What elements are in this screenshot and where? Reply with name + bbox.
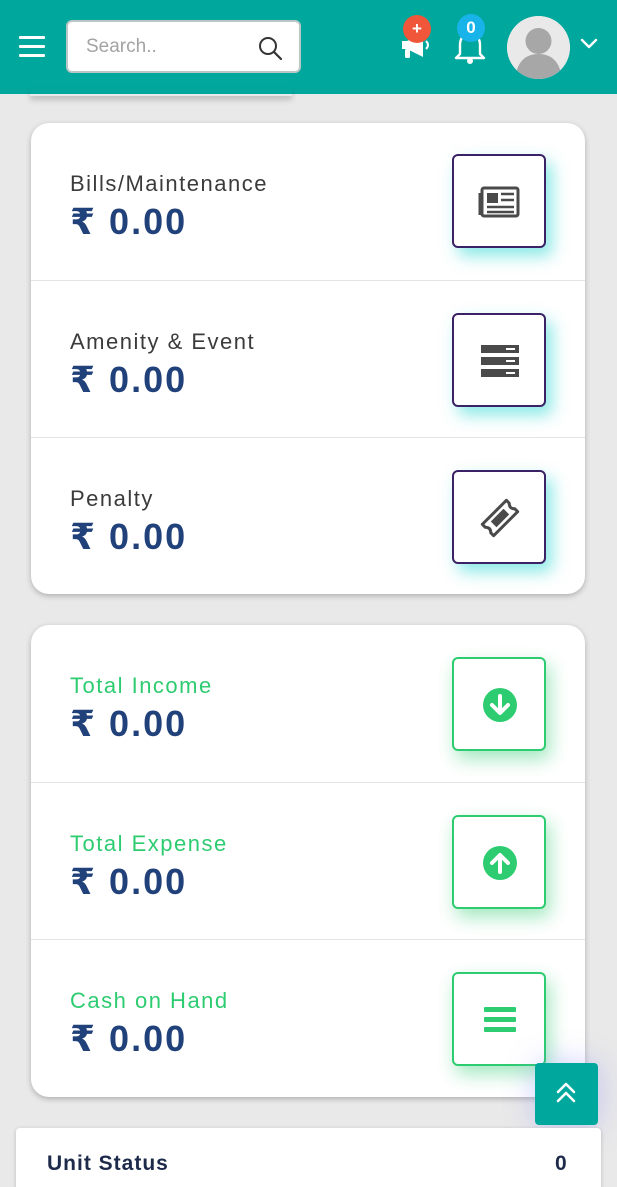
icon-box[interactable] <box>452 657 546 751</box>
total-expense-row[interactable]: Total Expense ₹ 0.00 <box>31 782 585 939</box>
unit-status-title: Unit Status <box>47 1152 169 1175</box>
total-income-row[interactable]: Total Income ₹ 0.00 <box>31 625 585 782</box>
server-icon <box>481 345 519 377</box>
scroll-to-top-button[interactable] <box>535 1063 598 1125</box>
search-input[interactable] <box>86 34 246 60</box>
search-icon[interactable] <box>257 35 283 61</box>
arrow-circle-down-icon <box>483 688 517 722</box>
row-label: Penalty <box>70 486 154 511</box>
row-value: ₹ 0.00 <box>70 359 188 400</box>
chevron-down-icon[interactable] <box>580 38 598 50</box>
dropdown-shadow <box>30 88 292 96</box>
penalty-row[interactable]: Penalty ₹ 0.00 <box>31 437 585 594</box>
icon-box[interactable] <box>452 972 546 1066</box>
row-label: Amenity & Event <box>70 329 256 354</box>
newspaper-icon <box>478 186 520 218</box>
unit-status-count: 0 <box>555 1152 567 1175</box>
ticket-icon <box>480 498 520 538</box>
arrow-circle-up-icon <box>483 846 517 880</box>
dues-card: Bills/Maintenance ₹ 0.00 Amenity & Event… <box>31 123 585 594</box>
row-value: ₹ 0.00 <box>70 201 188 242</box>
summary-card: Total Income ₹ 0.00 Total Expense ₹ 0.00… <box>31 625 585 1097</box>
row-label: Total Expense <box>70 831 228 856</box>
double-chevron-up-icon <box>556 1082 576 1103</box>
row-label: Cash on Hand <box>70 988 229 1013</box>
amenity-event-row[interactable]: Amenity & Event ₹ 0.00 <box>31 280 585 437</box>
icon-box[interactable] <box>452 470 546 564</box>
row-label: Bills/Maintenance <box>70 171 268 196</box>
announcement-badge: + <box>403 15 431 43</box>
bars-icon <box>484 1007 516 1032</box>
top-navbar: + 0 <box>0 0 617 94</box>
icon-box[interactable] <box>452 313 546 407</box>
user-avatar[interactable] <box>507 16 570 79</box>
row-value: ₹ 0.00 <box>70 516 188 557</box>
search-box <box>66 20 301 73</box>
row-value: ₹ 0.00 <box>70 1018 188 1059</box>
cash-on-hand-row[interactable]: Cash on Hand ₹ 0.00 <box>31 939 585 1096</box>
menu-toggle-icon[interactable] <box>19 36 45 58</box>
user-silhouette-icon <box>507 16 570 79</box>
unit-status-card[interactable]: Unit Status 0 <box>16 1128 601 1187</box>
notification-badge: 0 <box>457 14 485 42</box>
row-label: Total Income <box>70 673 213 698</box>
row-value: ₹ 0.00 <box>70 703 188 744</box>
icon-box[interactable] <box>452 815 546 909</box>
row-value: ₹ 0.00 <box>70 861 188 902</box>
icon-box[interactable] <box>452 154 546 248</box>
bills-maintenance-row[interactable]: Bills/Maintenance ₹ 0.00 <box>31 123 585 280</box>
